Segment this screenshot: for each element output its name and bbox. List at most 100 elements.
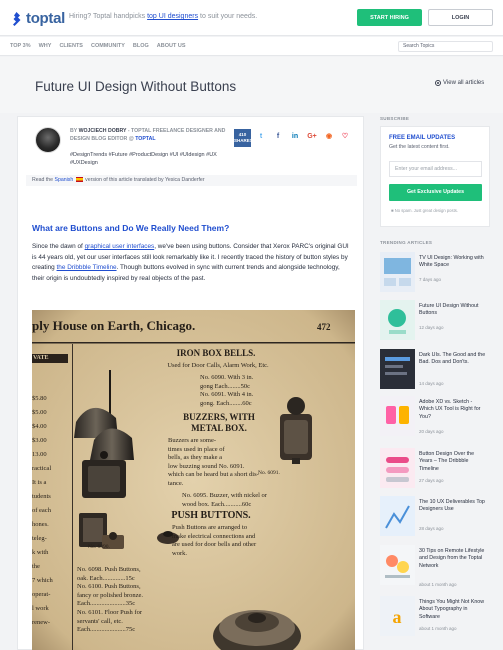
nav-links: TOP 3% WHY CLIENTS COMMUNITY BLOG ABOUT … <box>10 43 186 49</box>
buzzers-title-line: BUZZERS, WITH <box>183 412 255 422</box>
left-col-line: of each <box>32 507 51 514</box>
trending-date: 14 days ago <box>419 381 444 386</box>
google-plus-icon[interactable]: G+ <box>306 131 318 143</box>
linkedin-icon[interactable]: in <box>289 131 301 143</box>
article-card: BY WOJCIECH DOBRY - TOPTAL FREELANCE DES… <box>17 116 364 650</box>
trending-item[interactable]: TV UI Design: Working with White Space 7… <box>380 252 490 296</box>
by-label: BY <box>70 128 78 134</box>
article-paragraph: Since the dawn of graphical user interfa… <box>32 242 350 284</box>
section-heading: What are Buttons and Do We Really Need T… <box>32 223 230 233</box>
left-col-line: the <box>32 563 40 570</box>
search-input[interactable]: Search Topics <box>398 41 493 52</box>
trending-title[interactable]: Dark UIs. The Good and the Bad. Dos and … <box>419 352 487 367</box>
trending-title[interactable]: The 10 UX Deliverables Top Designers Use <box>419 499 487 514</box>
hiring-banner: Hiring? Toptal handpicks top UI designer… <box>69 13 257 20</box>
buzzers-title-line: METAL BOX. <box>191 423 247 433</box>
login-button[interactable]: LOGIN <box>428 9 493 26</box>
trending-title[interactable]: 30 Tips on Remote Lifestyle and Design f… <box>419 548 487 570</box>
trending-item[interactable]: Button Design Over the Years – The Dribb… <box>380 448 490 492</box>
author-company-link[interactable]: TOPTAL <box>135 136 155 142</box>
reddit-icon[interactable]: ◉ <box>323 131 335 143</box>
vintage-catalog-image: ply House on Earth, Chicago. 472 VATE IR… <box>32 310 355 650</box>
catalog-left-label: VATE <box>33 355 49 361</box>
trending-title[interactable]: TV UI Design: Working with White Space <box>419 255 487 270</box>
buzzer-line: times used in place of <box>168 445 225 453</box>
logo-text: toptal <box>26 10 66 27</box>
trending-item[interactable]: The 10 UX Deliverables Top Designers Use… <box>380 496 490 540</box>
trending-item[interactable]: Dark UIs. The Good and the Bad. Dos and … <box>380 349 490 393</box>
get-updates-button[interactable]: Get Exclusive Updates <box>389 184 482 201</box>
nav-item-community[interactable]: COMMUNITY <box>91 43 125 49</box>
push-line: Push Buttons are arranged to <box>172 524 248 531</box>
left-col-line: operat- <box>32 591 51 598</box>
spanish-version-link[interactable]: Spanish <box>55 177 74 183</box>
left-col-line: hones. <box>32 521 49 528</box>
author-name[interactable]: WOJCIECH DOBRY <box>79 128 127 134</box>
article-tags[interactable]: #DesignTrends #Future #ProductDesign #UI… <box>70 151 220 167</box>
main-nav: TOP 3% WHY CLIENTS COMMUNITY BLOG ABOUT … <box>0 37 503 56</box>
pocket-icon[interactable]: ♡ <box>339 131 351 143</box>
trending-title[interactable]: Things You Might Not Know About Typograp… <box>419 599 487 621</box>
iron-line: gong Each........50c <box>200 382 251 390</box>
nav-item-clients[interactable]: CLIENTS <box>59 43 83 49</box>
translated-prefix: Read the <box>32 177 54 183</box>
push-line: No. 6101. Floor Push for <box>77 608 143 616</box>
iron-line: gong. Each........60c <box>200 399 252 407</box>
author-avatar[interactable] <box>35 127 61 153</box>
svg-text:a: a <box>393 607 402 627</box>
nav-item-why[interactable]: WHY <box>39 43 52 49</box>
trending-item[interactable]: Future UI Design Without Buttons 12 days… <box>380 300 490 344</box>
left-col-line: $4.00 <box>32 423 47 430</box>
lock-icon: ■ <box>391 208 394 213</box>
push-buttons-title: PUSH BUTTONS. <box>171 510 251 521</box>
hiring-link[interactable]: top UI designers <box>147 13 198 20</box>
buzzer-line: bells, as they make a <box>168 454 222 462</box>
share-count-label: SHARES <box>234 138 253 143</box>
catalog-page-number: 472 <box>317 322 331 332</box>
left-col-line: $5.00 <box>32 409 47 416</box>
gui-link[interactable]: graphical user interfaces <box>85 243 155 250</box>
left-col-line: 13.00 <box>32 451 47 458</box>
email-field[interactable]: Enter your email address... <box>389 161 482 177</box>
trending-item[interactable]: Adobe XD vs. Sketch - Which UX Tool is R… <box>380 396 490 440</box>
trending-thumbnail <box>380 448 415 488</box>
trending-title[interactable]: Future UI Design Without Buttons <box>419 303 487 318</box>
top-header: toptal Hiring? Toptal handpicks top UI d… <box>0 0 503 36</box>
twitter-icon[interactable]: t <box>255 131 267 143</box>
trending-date: 27 days ago <box>419 478 444 483</box>
start-hiring-button[interactable]: START HIRING <box>357 9 422 26</box>
title-banner: Future UI Design Without Buttons <box>0 57 503 113</box>
push-line: No. 6098. Push Buttons, <box>77 566 141 573</box>
buzzers-title: BUZZERS, WITH METAL BOX. <box>164 412 274 434</box>
dribbble-timeline-link[interactable]: the Dribbble Timeline <box>57 264 117 271</box>
subscribe-subtitle: Get the latest content first. <box>389 144 450 150</box>
view-all-articles-link[interactable]: View all articles <box>435 80 484 86</box>
left-col-line: $3.00 <box>32 437 47 444</box>
hiring-suffix: to suit your needs. <box>200 13 258 20</box>
free-email-title: FREE EMAIL UPDATES <box>389 135 456 141</box>
push-line: make electrical connections and <box>172 532 256 540</box>
buzzer-line: Buzzers are some- <box>168 437 217 444</box>
nav-item-about[interactable]: ABOUT US <box>157 43 186 49</box>
facebook-icon[interactable]: f <box>272 131 284 143</box>
left-col-line: tudents <box>32 493 51 500</box>
trending-item[interactable]: a Things You Might Not Know About Typogr… <box>380 596 490 640</box>
left-col-line: ractical <box>32 465 52 472</box>
push-buttons-description: Push Buttons are arranged to make electr… <box>172 524 352 558</box>
iron-bells-subtitle: Used for Door Calls, Alarm Work, Etc. <box>167 362 269 369</box>
push-line: are used for door bells and other <box>172 541 257 549</box>
buzzer-line: which can be heard but a short dis- <box>168 471 259 479</box>
left-col-line: k with <box>32 549 49 556</box>
buzzer-line: tance. <box>168 479 184 487</box>
author-byline: BY WOJCIECH DOBRY - TOPTAL FREELANCE DES… <box>70 127 230 143</box>
push-line: work. <box>172 549 187 557</box>
translated-suffix: version of this article translated by Ye… <box>85 177 205 183</box>
translation-notice: Read the Spanish version of this article… <box>26 175 357 186</box>
nav-item-top3[interactable]: TOP 3% <box>10 43 31 49</box>
trending-title[interactable]: Button Design Over the Years – The Dribb… <box>419 451 487 473</box>
toptal-logo[interactable]: toptal <box>10 10 65 27</box>
nav-item-blog[interactable]: BLOG <box>133 43 149 49</box>
spain-flag-icon <box>75 177 83 183</box>
trending-title[interactable]: Adobe XD vs. Sketch - Which UX Tool is R… <box>419 399 487 421</box>
trending-item[interactable]: 30 Tips on Remote Lifestyle and Design f… <box>380 545 490 589</box>
